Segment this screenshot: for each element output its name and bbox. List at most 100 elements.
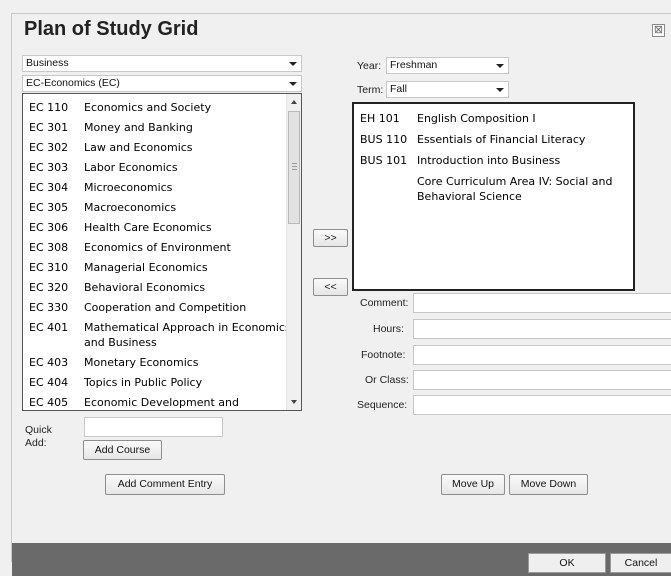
- course-name: Economics and Society: [84, 101, 212, 114]
- scroll-up-icon[interactable]: [291, 100, 297, 104]
- subject-select[interactable]: EC-Economics (EC): [22, 75, 302, 92]
- course-name: Economics of Environment: [84, 241, 231, 254]
- course-name: Behavioral Economics: [84, 281, 206, 294]
- course-name: Mathematical Approach in Economics and B…: [84, 321, 291, 349]
- add-to-plan-button[interactable]: >>: [313, 229, 348, 247]
- chevron-down-icon: [289, 82, 297, 86]
- grip-line: [292, 169, 297, 170]
- move-down-button[interactable]: Move Down: [509, 474, 588, 495]
- cancel-button[interactable]: Cancel: [610, 553, 671, 573]
- course-list-item[interactable]: EC 306 Health Care Economics: [23, 220, 301, 235]
- comment-input[interactable]: [413, 293, 671, 313]
- ok-button[interactable]: OK: [528, 553, 606, 573]
- course-list-item[interactable]: EC 403 Monetary Economics: [23, 355, 301, 370]
- course-code: EC 320: [29, 281, 69, 294]
- comment-label: Comment:: [360, 297, 409, 309]
- course-list-item[interactable]: EC 401 Mathematical Approach in Economics…: [23, 320, 301, 350]
- plan-list-item[interactable]: EH 101 English Composition I: [354, 111, 633, 126]
- course-name: Topics in Public Policy: [84, 376, 203, 389]
- course-code: EC 301: [29, 121, 69, 134]
- plan-course-name: Introduction into Business: [417, 154, 561, 167]
- hours-input[interactable]: [413, 319, 671, 339]
- term-select-value: Fall: [390, 83, 407, 95]
- or-class-input[interactable]: [413, 370, 671, 390]
- footnote-input[interactable]: [413, 345, 671, 365]
- course-list-item[interactable]: EC 304 Microeconomics: [23, 180, 301, 195]
- quick-add-input[interactable]: [84, 417, 223, 437]
- course-list-item[interactable]: EC 308 Economics of Environment: [23, 240, 301, 255]
- course-name: Economic Development and: [84, 396, 239, 409]
- plan-list-item[interactable]: BUS 110 Essentials of Financial Literacy: [354, 132, 633, 147]
- move-up-button[interactable]: Move Up: [441, 474, 505, 495]
- year-select-value: Freshman: [390, 59, 438, 71]
- course-listbox[interactable]: EC 110 Economics and Society EC 301 Money a…: [22, 93, 302, 411]
- course-list-item[interactable]: EC 320 Behavioral Economics: [23, 280, 301, 295]
- term-label: Term:: [357, 84, 384, 96]
- course-name: Law and Economics: [84, 141, 193, 154]
- course-list-scrollbar[interactable]: [286, 94, 301, 410]
- course-name: Money and Banking: [84, 121, 193, 134]
- quick-add-label: Quick Add:: [25, 424, 52, 449]
- scroll-down-icon[interactable]: [291, 400, 297, 404]
- course-list-item[interactable]: EC 405 Economic Development and: [23, 395, 301, 410]
- plan-course-code: [360, 174, 417, 204]
- plan-list-item[interactable]: BUS 101 Introduction into Business: [354, 153, 633, 168]
- plan-course-name: Core Curriculum Area IV: Social and Beha…: [417, 175, 613, 203]
- course-list-item[interactable]: EC 303 Labor Economics: [23, 160, 301, 175]
- plan-course-code: BUS 110: [360, 133, 408, 146]
- dialog-title: Plan of Study Grid: [24, 18, 199, 40]
- sequence-label: Sequence:: [357, 399, 408, 411]
- course-code: EC 305: [29, 201, 69, 214]
- add-course-button[interactable]: Add Course: [83, 440, 162, 460]
- remove-from-plan-button[interactable]: <<: [313, 278, 348, 296]
- close-icon[interactable]: ⊠: [652, 24, 665, 37]
- course-code: EC 302: [29, 141, 69, 154]
- plan-list-item[interactable]: Core Curriculum Area IV: Social and Beha…: [354, 174, 633, 204]
- grip-line: [292, 166, 297, 167]
- plan-course-code: EH 101: [360, 112, 400, 125]
- department-select-value: Business: [26, 57, 69, 69]
- footnote-label: Footnote:: [361, 349, 406, 361]
- course-list-item[interactable]: EC 302 Law and Economics: [23, 140, 301, 155]
- course-list-item[interactable]: EC 310 Managerial Economics: [23, 260, 301, 275]
- course-list-item[interactable]: EC 330 Cooperation and Competition: [23, 300, 301, 315]
- course-code: EC 405: [29, 396, 69, 409]
- course-list-item[interactable]: EC 404 Topics in Public Policy: [23, 375, 301, 390]
- course-list-item[interactable]: EC 110 Economics and Society: [23, 100, 301, 115]
- subject-select-value: EC-Economics (EC): [26, 77, 120, 89]
- hours-label: Hours:: [373, 323, 404, 335]
- course-name: Health Care Economics: [84, 221, 212, 234]
- year-label: Year:: [357, 60, 382, 72]
- plan-course-name: English Composition I: [417, 112, 536, 125]
- chevron-down-icon: [289, 62, 297, 66]
- department-select[interactable]: Business: [22, 55, 302, 72]
- plan-list-items: EH 101 English Composition I BUS 110 Essent…: [354, 111, 633, 204]
- chevron-down-icon: [496, 88, 504, 92]
- course-code: EC 308: [29, 241, 69, 254]
- course-list-items: EC 110 Economics and Society EC 301 Money a…: [23, 100, 301, 410]
- scroll-thumb[interactable]: [288, 111, 300, 224]
- course-code: EC 404: [29, 376, 69, 389]
- course-list-item[interactable]: EC 301 Money and Banking: [23, 120, 301, 135]
- course-code: EC 401: [29, 321, 69, 334]
- plan-term-listbox[interactable]: EH 101 English Composition I BUS 110 Essent…: [352, 102, 635, 291]
- course-name: Monetary Economics: [84, 356, 199, 369]
- sequence-input[interactable]: [413, 395, 671, 415]
- course-code: EC 110: [29, 101, 69, 114]
- course-code: EC 306: [29, 221, 69, 234]
- dialog-footer: OK Cancel: [12, 543, 671, 576]
- course-name: Macroeconomics: [84, 201, 177, 214]
- grip-line: [292, 163, 297, 164]
- course-name: Labor Economics: [84, 161, 178, 174]
- course-name: Managerial Economics: [84, 261, 208, 274]
- year-select[interactable]: Freshman: [386, 57, 509, 74]
- term-select[interactable]: Fall: [386, 81, 509, 98]
- course-list-item[interactable]: EC 305 Macroeconomics: [23, 200, 301, 215]
- course-name: Microeconomics: [84, 181, 173, 194]
- course-code: EC 304: [29, 181, 69, 194]
- add-comment-entry-button[interactable]: Add Comment Entry: [105, 474, 225, 495]
- plan-of-study-dialog: Plan of Study Grid ⊠ Business EC-Economi…: [11, 13, 671, 576]
- plan-course-code: BUS 101: [360, 154, 408, 167]
- course-code: EC 403: [29, 356, 69, 369]
- course-code: EC 303: [29, 161, 69, 174]
